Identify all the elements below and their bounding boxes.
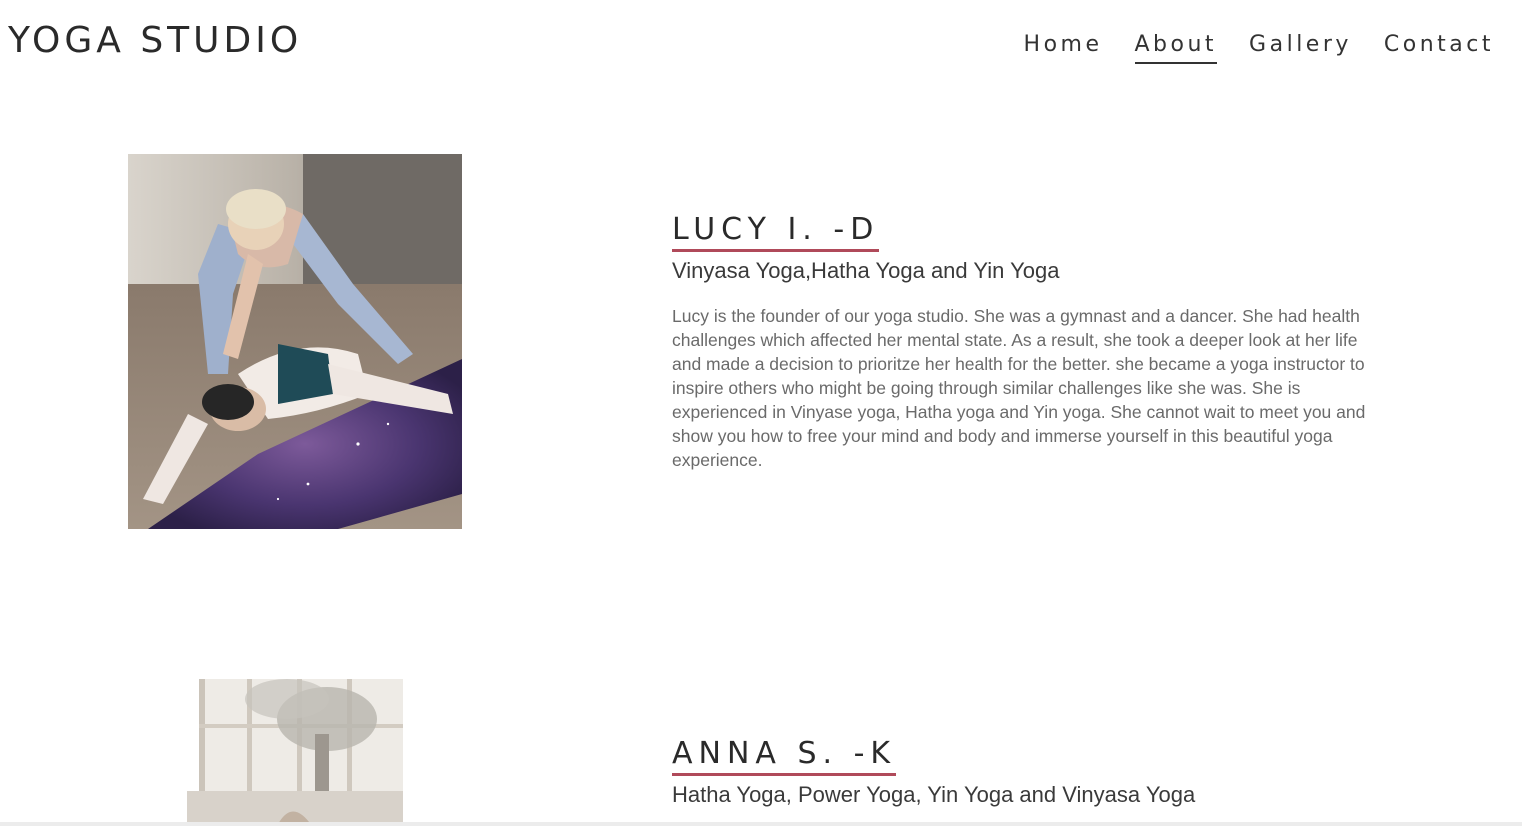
profile-anna: ANNA S. -K Hatha Yoga, Power Yoga, Yin Y… <box>672 736 1392 810</box>
nav-home-link[interactable]: Home <box>1024 30 1103 64</box>
instructor-styles: Hatha Yoga, Power Yoga, Yin Yoga and Vin… <box>672 782 1196 807</box>
anna-photo <box>187 679 403 826</box>
main-nav: Home About Gallery Contact <box>1024 30 1494 64</box>
site-logo[interactable]: YOGA STUDIO <box>8 18 302 64</box>
nav-gallery-link[interactable]: Gallery <box>1249 30 1352 64</box>
instructor-name: ANNA S. -K <box>672 736 897 776</box>
page-scroll-edge <box>0 822 1522 826</box>
nav-contact-link[interactable]: Contact <box>1384 30 1494 64</box>
instructor-bio: Lucy is the founder of our yoga studio. … <box>672 306 1366 470</box>
lucy-photo <box>128 154 462 529</box>
nav-about-link[interactable]: About <box>1134 30 1218 64</box>
instructor-styles: Vinyasa Yoga,Hatha Yoga and Yin Yoga <box>672 258 1060 283</box>
instructor-name: LUCY I. -D <box>672 212 880 252</box>
about-page: YOGA STUDIO Home About Gallery Contact L… <box>0 0 1522 826</box>
profile-lucy: LUCY I. -D Vinyasa Yoga,Hatha Yoga and Y… <box>672 212 1392 472</box>
